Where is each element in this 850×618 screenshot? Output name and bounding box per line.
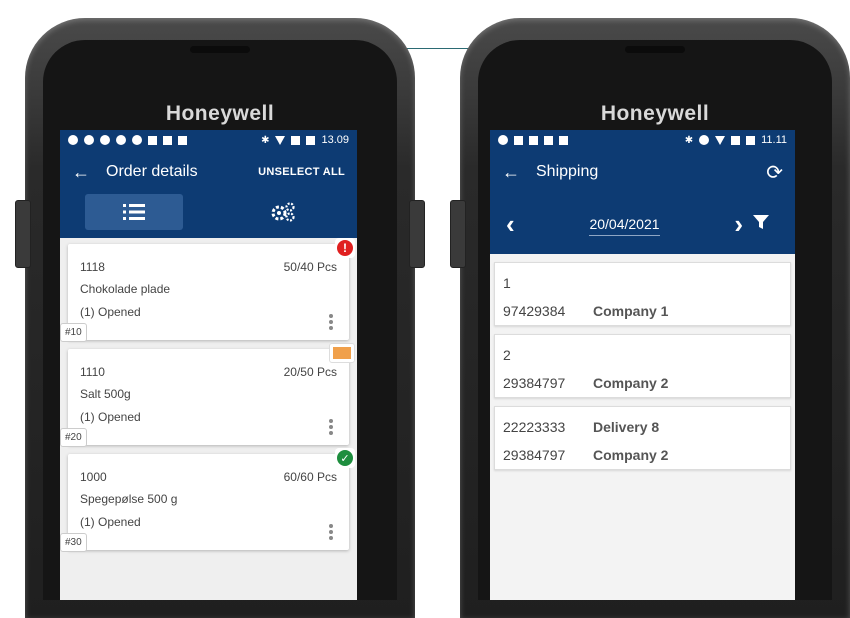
check-circle-icon — [84, 135, 94, 145]
selected-date: 20/04/2021 — [589, 216, 660, 236]
order-position-tag: #30 — [60, 533, 87, 552]
status-bar: ✱ 11.11 — [490, 130, 795, 150]
screen: ✱ 13.09 ← Order details UNSELECT ALL 111… — [60, 130, 357, 600]
shipment-number: 29384797 — [503, 447, 566, 463]
shipment-card[interactable]: 1 97429384 Company 1 — [494, 262, 791, 326]
date-navigation-bar: ‹ 20/04/2021 › — [490, 194, 795, 254]
order-quantity: 60/60 Pcs — [283, 470, 337, 484]
android-icon — [529, 135, 538, 145]
unselect-all-button[interactable]: UNSELECT ALL — [258, 166, 345, 178]
side-button-right — [409, 200, 425, 268]
chevron-right-icon[interactable]: › — [707, 209, 743, 240]
bluetooth-icon: ✱ — [261, 134, 270, 146]
notification-icon — [68, 135, 78, 145]
shipment-company: Company 2 — [593, 375, 669, 391]
square-icon — [148, 135, 157, 145]
exclamation-icon: ! — [337, 240, 353, 256]
shipment-id: 2 — [503, 347, 511, 363]
settings-view-button[interactable] — [234, 194, 332, 230]
shipment-number: 97429384 — [503, 303, 566, 319]
calendar-icon — [163, 135, 172, 145]
order-quantity: 20/50 Pcs — [283, 365, 337, 379]
shipment-id: 1 — [503, 275, 511, 291]
order-position-tag: #20 — [60, 428, 87, 447]
package-badge — [329, 343, 355, 363]
order-product-name: Salt 500g — [80, 387, 131, 401]
completed-badge: ✓ — [335, 448, 355, 468]
order-status: (1) Opened — [80, 305, 141, 319]
more-options-icon[interactable] — [329, 314, 333, 330]
shipment-number: 29384797 — [503, 375, 566, 391]
no-sim-icon — [291, 135, 301, 145]
filter-icon[interactable] — [743, 213, 779, 236]
arrow-left-icon[interactable]: ← — [72, 162, 100, 183]
sync-icon[interactable]: ⟳ — [766, 160, 783, 185]
android-icon — [178, 135, 187, 145]
view-toolbar — [60, 194, 357, 238]
order-card[interactable]: 1110 20/50 Pcs Salt 500g (1) Opened #20 — [60, 343, 355, 447]
check-circle-icon — [132, 135, 142, 145]
shipment-company: Company 1 — [593, 303, 669, 319]
check-circle-icon — [100, 135, 110, 145]
wifi-icon — [715, 135, 726, 145]
page-title: Order details — [106, 163, 198, 180]
check-icon: ✓ — [337, 450, 353, 466]
status-time: 11.11 — [761, 134, 787, 146]
bluetooth-icon: ✱ — [684, 134, 694, 146]
app-bar: ← Order details UNSELECT ALL — [60, 150, 357, 194]
order-product-name: Chokolade plade — [80, 282, 171, 296]
target-icon — [116, 135, 126, 145]
shipment-id: 22223333 — [503, 419, 566, 435]
date-selector[interactable]: 20/04/2021 — [542, 216, 707, 236]
side-button-left — [15, 200, 31, 268]
side-button-left — [450, 200, 466, 268]
device-right: Honeywell ✱ 11.11 ← Shipping ⟳ ‹ 20/04/2… — [450, 18, 850, 618]
calendar-icon — [559, 135, 568, 145]
battery-icon — [306, 135, 316, 145]
order-status: (1) Opened — [80, 515, 141, 529]
chevron-left-icon[interactable]: ‹ — [506, 209, 542, 240]
package-icon — [333, 347, 351, 359]
no-sim-icon — [731, 135, 741, 145]
order-card[interactable]: 1000 60/60 Pcs Spegepølse 500 g (1) Opene… — [60, 448, 355, 552]
status-time: 13.09 — [321, 134, 349, 146]
gears-icon — [271, 202, 295, 222]
dnd-icon — [699, 135, 710, 145]
list-icon — [123, 204, 146, 220]
wifi-icon — [275, 135, 286, 145]
order-number: 1118 — [80, 260, 105, 274]
order-number: 1000 — [80, 470, 107, 484]
status-bar: ✱ 13.09 — [60, 130, 357, 150]
device-left: Honeywell ✱ 13.09 ← Order details UNSELE… — [15, 18, 425, 618]
list-view-button[interactable] — [85, 194, 184, 230]
speaker-grille — [625, 46, 685, 53]
battery-icon — [746, 135, 756, 145]
order-card[interactable]: 1118 50/40 Pcs Chokolade plade (1) Opened… — [60, 238, 355, 342]
speaker-grille — [190, 46, 250, 53]
error-badge: ! — [335, 238, 355, 258]
brand-logo: Honeywell — [165, 102, 275, 125]
page-title: Shipping — [536, 163, 599, 180]
square-icon — [544, 135, 553, 145]
order-position-tag: #10 — [60, 323, 87, 342]
order-quantity: 50/40 Pcs — [283, 260, 337, 274]
shipment-card[interactable]: 22223333 Delivery 8 29384797 Company 2 — [494, 406, 791, 470]
app-bar: ← Shipping ⟳ — [490, 150, 795, 194]
shipment-company: Company 2 — [593, 447, 669, 463]
order-number: 1110 — [80, 365, 105, 379]
shipment-list: 1 97429384 Company 1 2 29384797 Company 2 … — [490, 254, 795, 600]
order-status: (1) Opened — [80, 410, 141, 424]
shipment-delivery: Delivery 8 — [593, 419, 660, 435]
shipment-card[interactable]: 2 29384797 Company 2 — [494, 334, 791, 398]
more-options-icon[interactable] — [329, 419, 333, 435]
notification-icon — [498, 135, 508, 145]
image-icon — [514, 135, 523, 145]
arrow-left-icon[interactable]: ← — [502, 162, 530, 183]
screen: ✱ 11.11 ← Shipping ⟳ ‹ 20/04/2021 › 1 97… — [490, 130, 795, 600]
more-options-icon[interactable] — [329, 524, 333, 540]
order-product-name: Spegepølse 500 g — [80, 492, 178, 506]
brand-logo: Honeywell — [600, 102, 710, 125]
